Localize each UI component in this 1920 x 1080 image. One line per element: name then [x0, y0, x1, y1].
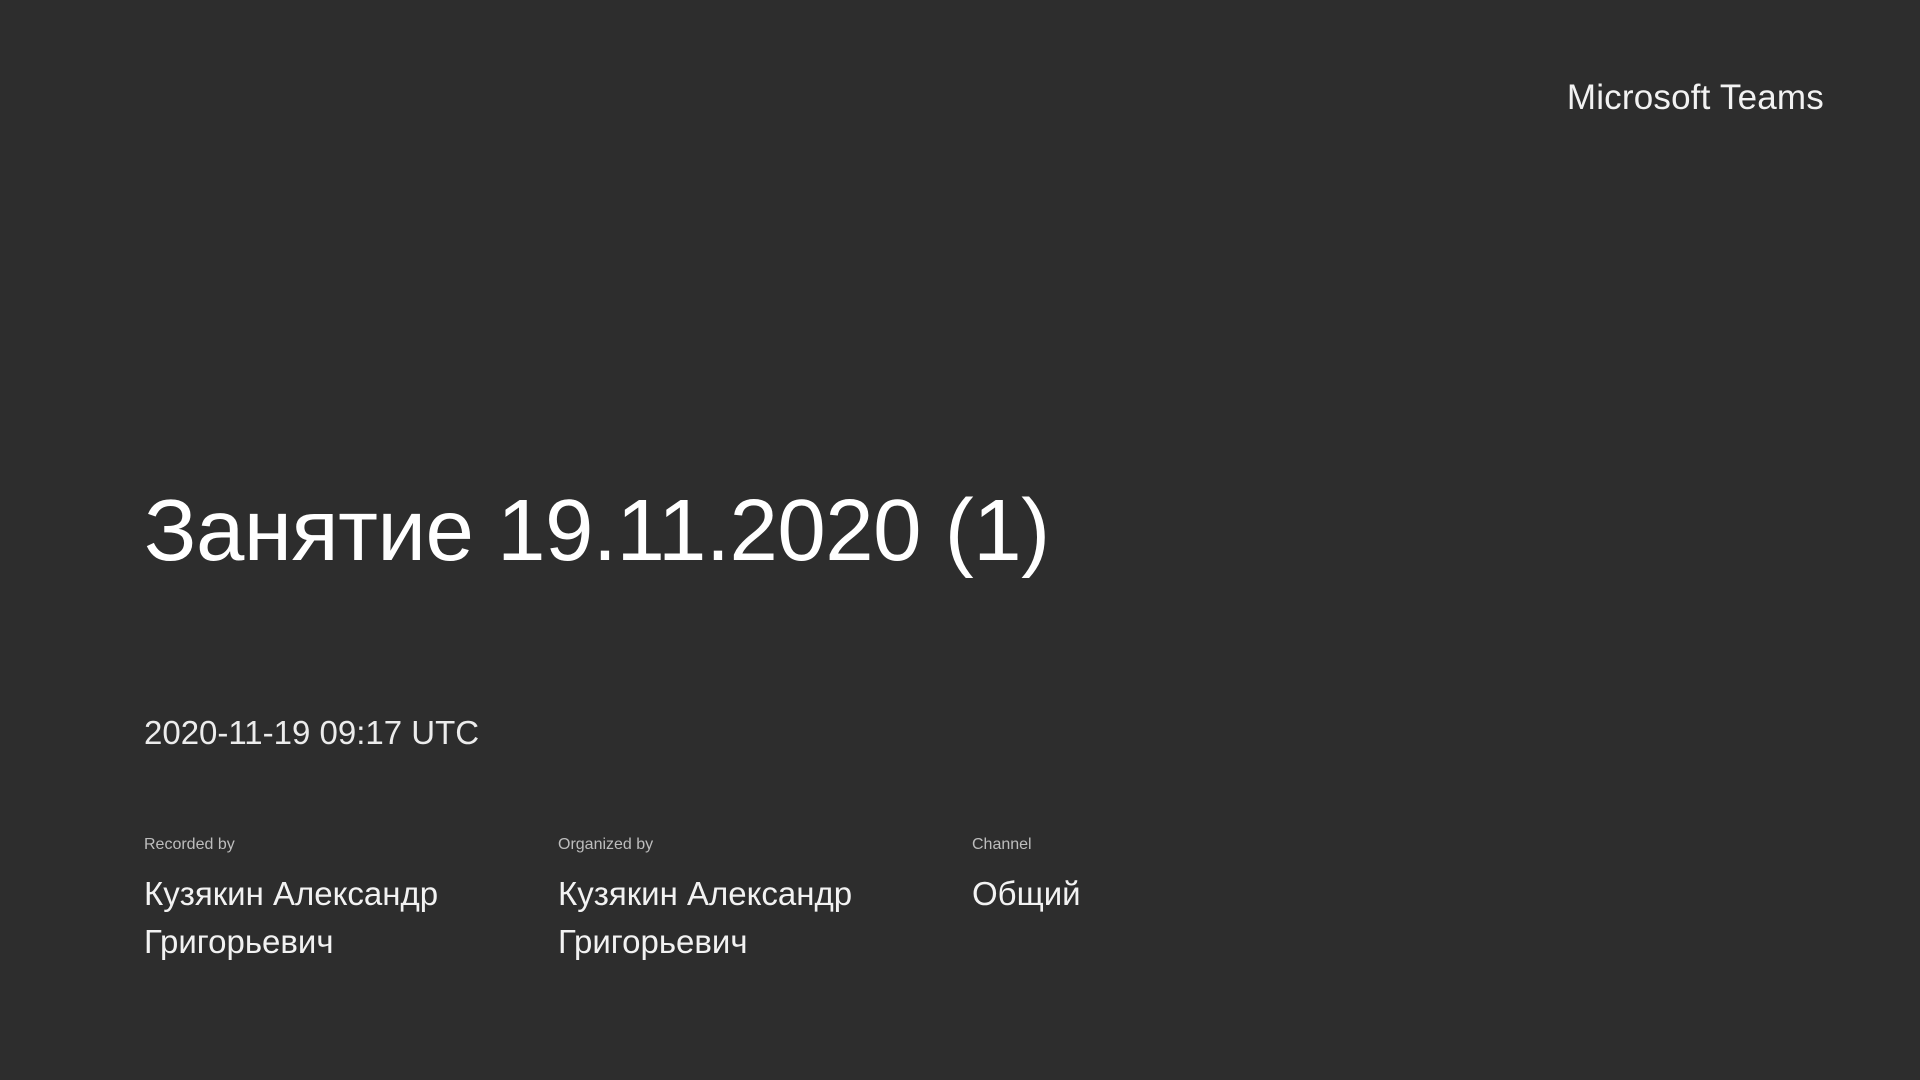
recording-title: Занятие 19.11.2020 (1) [144, 482, 1050, 579]
recorded-by-label: Recorded by [144, 836, 235, 853]
recording-datetime: 2020-11-19 09:17 UTC [144, 714, 480, 751]
organized-by-label: Organized by [558, 836, 654, 853]
channel-label: Channel [972, 836, 1032, 853]
organized-by-value: Кузякин Александр Григорьевич [558, 875, 853, 960]
recorded-by-value: Кузякин Александр Григорьевич [144, 875, 439, 960]
recording-meta: Recorded by Кузякин Александр Григорьеви… [144, 836, 1272, 966]
channel-section: Channel Общий [972, 836, 1272, 966]
recorded-by-section: Recorded by Кузякин Александр Григорьеви… [144, 836, 558, 966]
app-brand: Microsoft Teams [1566, 78, 1824, 117]
organized-by-section: Organized by Кузякин Александр Григорьев… [558, 836, 972, 966]
channel-value: Общий [972, 875, 1081, 912]
